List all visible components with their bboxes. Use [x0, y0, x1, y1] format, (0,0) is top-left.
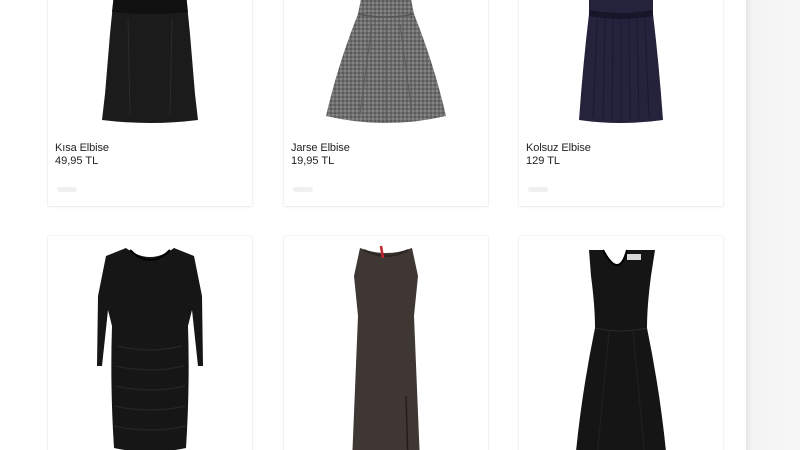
black-ruched-long-sleeve-dress-icon [97, 248, 203, 450]
brown-sleeveless-maxi-dress-icon [352, 245, 420, 450]
grey-flared-dress-icon [326, 0, 446, 123]
product-name[interactable]: Kısa Elbise [55, 142, 109, 154]
product-image[interactable] [519, 0, 723, 130]
product-image[interactable] [284, 0, 488, 130]
color-swatch[interactable] [293, 187, 313, 192]
product-price: 49,95 TL [55, 155, 99, 167]
color-swatch[interactable] [57, 187, 77, 192]
product-name[interactable]: Jarse Elbise [291, 142, 350, 154]
color-swatch[interactable] [528, 187, 548, 192]
product-card[interactable]: Kolsuz Elbise 129 TL [519, 0, 723, 206]
product-card[interactable] [48, 236, 252, 450]
product-image[interactable] [48, 0, 252, 130]
product-image[interactable] [284, 236, 488, 450]
product-price: 129 TL [526, 155, 561, 167]
navy-pleated-dress-icon [579, 0, 663, 123]
black-sleeveless-flared-dress-icon [576, 249, 666, 450]
product-grid-page: Kısa Elbise 49,95 TL Jarse Elbise 19,95 … [0, 0, 746, 450]
page-right-gutter [746, 0, 800, 450]
product-price: 19,95 TL [291, 155, 335, 167]
product-name[interactable]: Kolsuz Elbise [526, 142, 591, 154]
product-card[interactable]: Jarse Elbise 19,95 TL [284, 0, 488, 206]
black-mini-dress-icon [102, 0, 198, 123]
product-image[interactable] [519, 236, 723, 450]
product-card[interactable] [284, 236, 488, 450]
product-image[interactable] [48, 236, 252, 450]
product-card[interactable]: Kısa Elbise 49,95 TL [48, 0, 252, 206]
product-card[interactable] [519, 236, 723, 450]
